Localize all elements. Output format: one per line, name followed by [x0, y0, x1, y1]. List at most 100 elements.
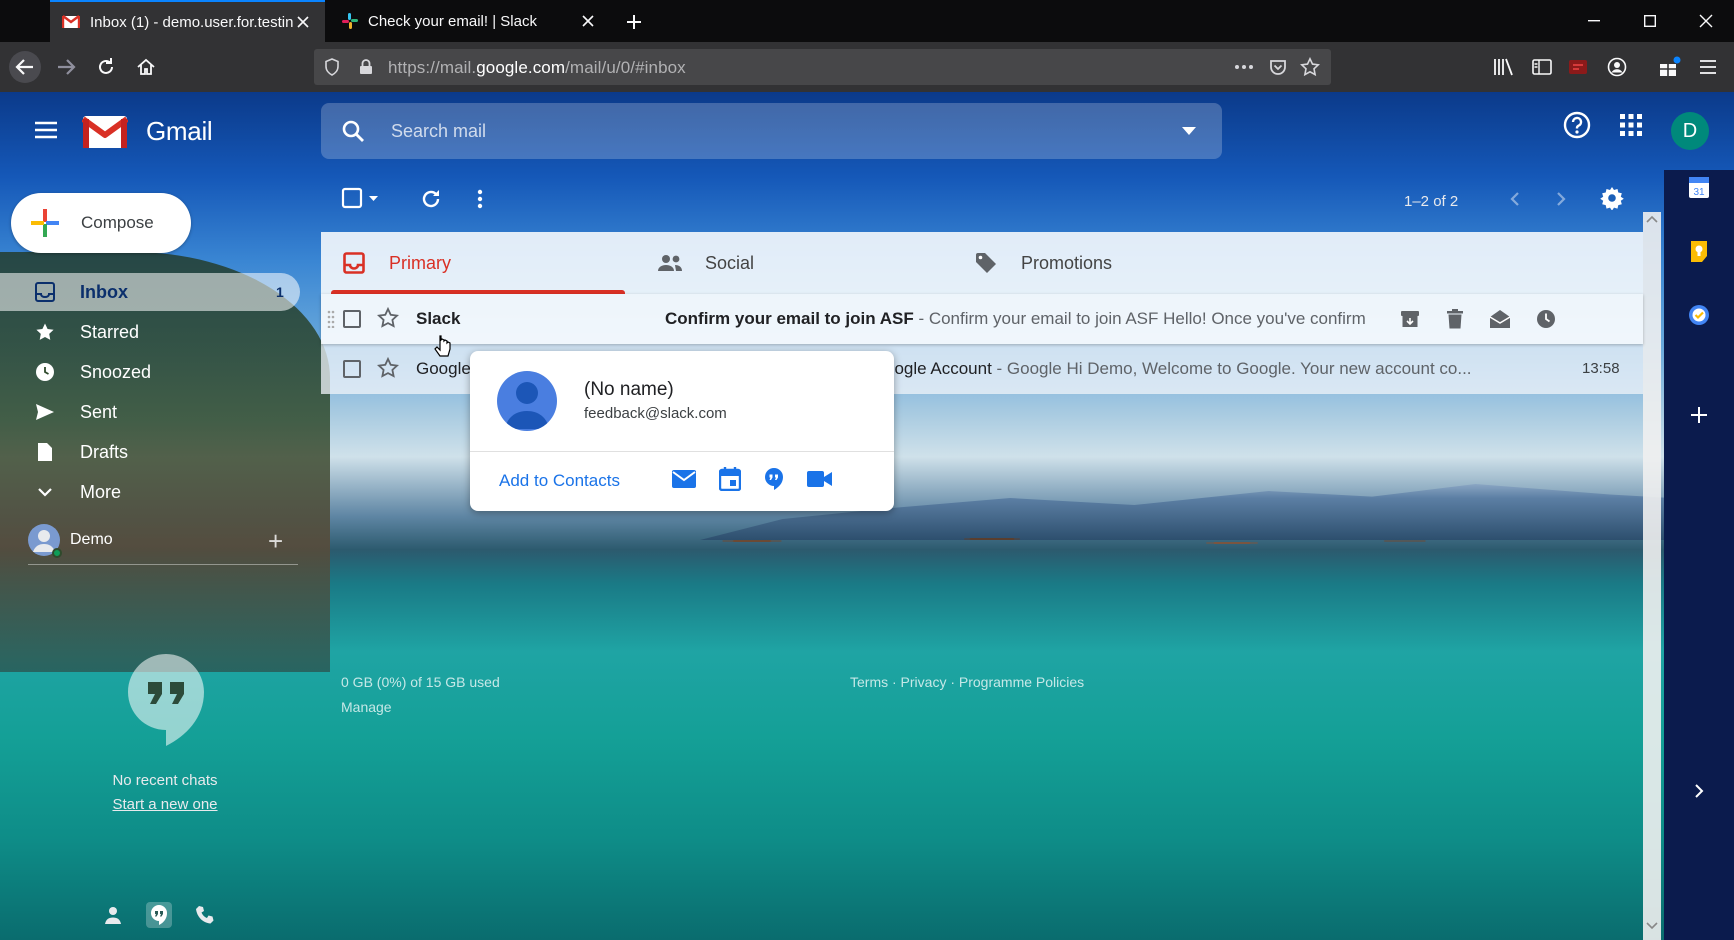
address-bar[interactable]: https://mail.google.com/mail/u/0/#inbox [314, 49, 1331, 85]
reload-button[interactable] [90, 51, 122, 83]
browser-tab-strip: Inbox (1) - demo.user.for.testing Check … [0, 0, 1734, 42]
bookmark-star-icon[interactable] [1300, 57, 1320, 77]
back-button[interactable] [9, 51, 41, 83]
slack-favicon-icon [342, 13, 358, 29]
refresh-icon[interactable] [416, 184, 446, 214]
contact-email: feedback@slack.com [584, 405, 727, 422]
keep-app-icon[interactable] [1682, 234, 1716, 268]
nav-item-inbox[interactable]: Inbox 1 [0, 273, 300, 311]
hangouts-chat-icon[interactable] [760, 465, 788, 493]
delete-icon[interactable] [1443, 307, 1467, 331]
video-call-icon[interactable] [806, 465, 834, 493]
email-checkbox[interactable] [343, 310, 361, 328]
search-options-icon[interactable] [1182, 127, 1196, 135]
tab-promotions[interactable]: Promotions [973, 232, 1293, 294]
extensions-icon[interactable] [1658, 55, 1682, 79]
chevron-down-icon [33, 480, 57, 504]
help-button[interactable] [1560, 108, 1594, 142]
scroll-up-icon[interactable] [1646, 215, 1658, 223]
sidebar-icon[interactable] [1530, 55, 1554, 79]
select-all-checkbox[interactable] [340, 184, 384, 212]
close-icon[interactable] [293, 12, 313, 32]
tab-social[interactable]: Social [657, 232, 957, 294]
container-extension-icon[interactable] [1566, 55, 1590, 79]
pocket-icon[interactable] [1268, 57, 1288, 77]
add-chat-icon[interactable]: + [268, 526, 283, 557]
google-apps-button[interactable] [1614, 108, 1648, 142]
tasks-app-icon[interactable] [1682, 298, 1716, 332]
contacts-person-icon[interactable] [100, 902, 126, 928]
browser-tab-slack[interactable]: Check your email! | Slack [330, 0, 610, 42]
email-row[interactable]: Slack Confirm your email to join ASF - C… [321, 294, 1643, 344]
tab-label: Social [705, 252, 755, 273]
email-checkbox[interactable] [343, 360, 361, 378]
home-button[interactable] [130, 51, 162, 83]
search-input[interactable]: Search mail [391, 121, 486, 142]
star-icon[interactable] [377, 357, 399, 379]
close-icon[interactable] [578, 11, 598, 31]
calendar-app-icon[interactable]: 31 [1682, 170, 1716, 204]
settings-gear-icon[interactable] [1596, 182, 1628, 214]
calendar-icon[interactable] [716, 465, 744, 493]
chevron-right-icon[interactable] [1546, 184, 1576, 214]
clock-icon [33, 360, 57, 384]
nav-item-drafts[interactable]: Drafts [0, 433, 300, 471]
main-menu-button[interactable] [26, 110, 66, 150]
lock-icon[interactable] [356, 57, 376, 77]
mark-as-read-icon[interactable] [1488, 307, 1512, 331]
gmail-favicon-icon [62, 15, 80, 29]
mouse-pointer-icon [434, 334, 452, 358]
menu-icon[interactable] [1696, 55, 1720, 79]
browser-tab-gmail[interactable]: Inbox (1) - demo.user.for.testing [50, 0, 325, 42]
search-bar[interactable]: Search mail [321, 103, 1222, 159]
gmail-logo-icon[interactable] [82, 114, 128, 150]
tab-primary[interactable]: Primary [321, 232, 625, 294]
legal-links[interactable]: Terms · Privacy · Programme Policies [850, 674, 1084, 690]
forward-button[interactable] [50, 51, 82, 83]
svg-text:31: 31 [1693, 187, 1705, 198]
add-to-contacts-link[interactable]: Add to Contacts [499, 471, 620, 491]
library-icon[interactable] [1492, 55, 1516, 79]
contact-name: (No name) [584, 379, 674, 400]
tab-label: Primary [389, 252, 451, 273]
scrollbar[interactable] [1643, 212, 1661, 940]
add-addon-icon[interactable] [1682, 398, 1716, 432]
start-new-chat-link[interactable]: Start a new one [0, 796, 330, 813]
browser-navbar: https://mail.google.com/mail/u/0/#inbox [0, 42, 1734, 92]
more-vert-icon[interactable] [470, 184, 490, 214]
online-status-dot [52, 548, 62, 558]
new-tab-button[interactable] [620, 8, 648, 36]
nav-item-more[interactable]: More [0, 473, 300, 511]
snooze-clock-icon[interactable] [1534, 307, 1558, 331]
nav-label: More [80, 482, 122, 502]
chevron-left-icon[interactable] [1500, 184, 1530, 214]
star-icon[interactable] [377, 307, 399, 329]
account-avatar[interactable]: D [1671, 112, 1709, 150]
account-icon[interactable] [1605, 55, 1629, 79]
close-window-button[interactable] [1678, 0, 1734, 42]
hangouts-quote-icon [126, 652, 206, 748]
hangouts-icon[interactable] [146, 902, 172, 928]
nav-item-snoozed[interactable]: Snoozed [0, 353, 300, 391]
archive-icon[interactable] [1398, 307, 1422, 331]
drag-handle-icon[interactable] [327, 310, 335, 328]
compose-button[interactable]: Compose [11, 193, 191, 253]
nav-item-sent[interactable]: Sent [0, 393, 300, 431]
search-icon[interactable] [341, 119, 365, 143]
shield-icon[interactable] [322, 57, 342, 77]
chevron-right-icon[interactable] [1682, 774, 1716, 808]
hangouts-user-row[interactable]: Demo + [28, 522, 298, 558]
more-actions-icon[interactable] [1234, 57, 1254, 77]
gmail-wordmark[interactable]: Gmail [146, 116, 213, 147]
nav-item-starred[interactable]: Starred [0, 313, 300, 351]
people-icon [657, 250, 683, 276]
email-time: 13:58 [1582, 360, 1620, 377]
minimize-button[interactable] [1566, 0, 1622, 42]
manage-storage-link[interactable]: Manage [341, 699, 392, 715]
email-subject-snippet: oogle Account - Google Hi Demo, Welcome … [885, 359, 1472, 378]
phone-icon[interactable] [192, 902, 218, 928]
maximize-button[interactable] [1622, 0, 1678, 42]
scroll-down-icon[interactable] [1646, 922, 1658, 930]
email-sender: Slack [416, 309, 461, 328]
email-envelope-icon[interactable] [670, 465, 698, 493]
